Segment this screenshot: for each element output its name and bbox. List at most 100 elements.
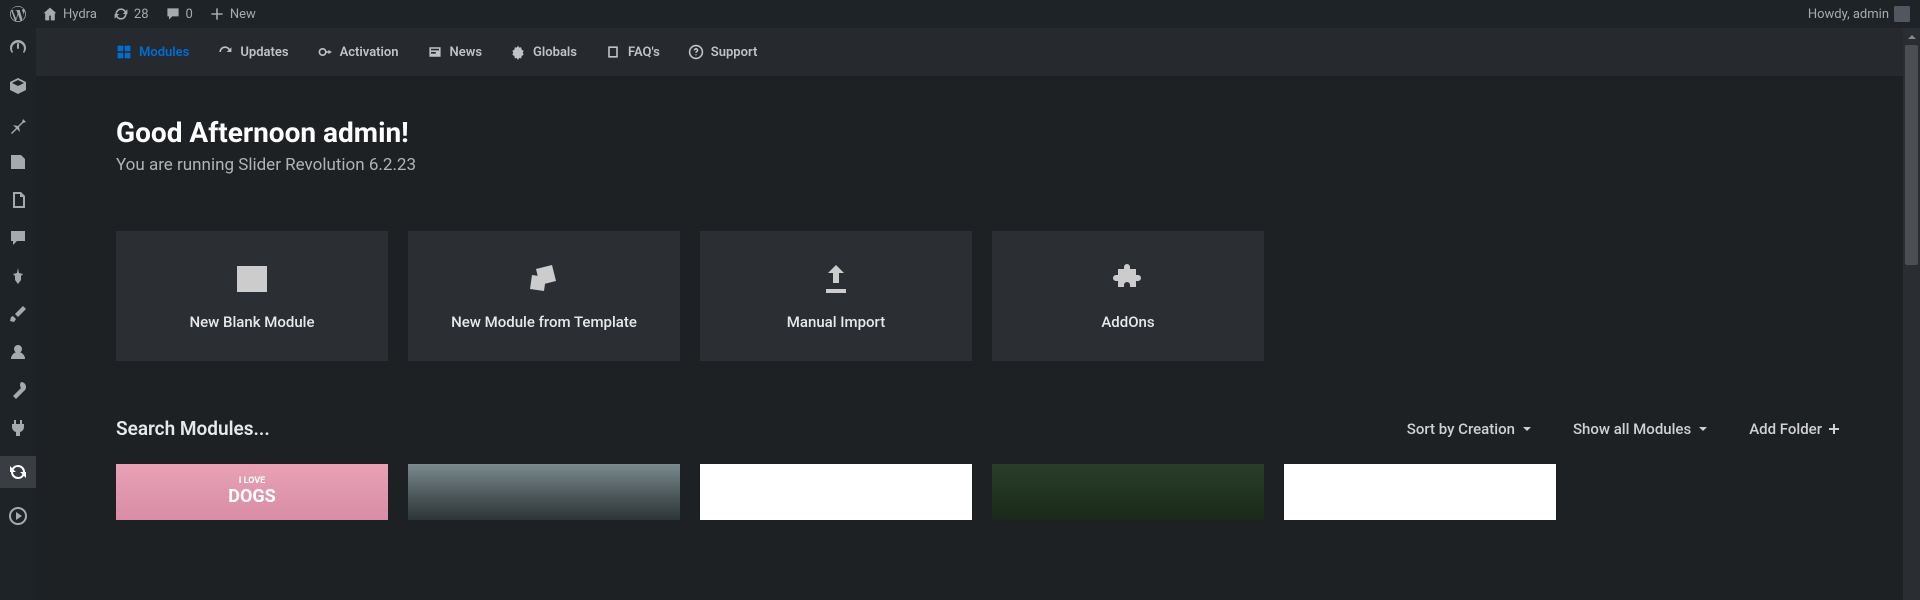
card-import-label: Manual Import — [787, 313, 885, 331]
howdy-text: Howdy, admin — [1808, 7, 1889, 22]
sidebar-pages[interactable] — [0, 190, 36, 210]
tab-faqs[interactable]: FAQ's — [605, 44, 660, 60]
tab-modules[interactable]: Modules — [116, 44, 189, 60]
sidebar-media[interactable] — [0, 152, 36, 172]
comments-count: 0 — [186, 7, 193, 22]
howdy-link[interactable]: Howdy, admin — [1808, 6, 1910, 22]
card-blank-label: New Blank Module — [189, 313, 314, 331]
grid-icon — [116, 44, 132, 60]
update-icon — [217, 44, 233, 60]
tab-globals[interactable]: Globals — [510, 44, 577, 60]
comment-icon — [165, 6, 181, 22]
chevron-down-icon — [1697, 423, 1709, 435]
tab-activation[interactable]: Activation — [317, 44, 399, 60]
media-icon — [8, 152, 28, 172]
thumb1-big-text: DOGS — [228, 487, 275, 507]
wp-admin-bar: Hydra 28 0 New Howdy, admin — [0, 0, 1920, 28]
wp-logo[interactable] — [10, 6, 26, 22]
card-new-blank-module[interactable]: New Blank Module — [116, 231, 388, 361]
template-icon — [526, 261, 562, 297]
new-label: New — [230, 7, 256, 22]
plugin-tabs: Modules Updates Activation News Globals … — [36, 28, 1920, 76]
page-subtitle: You are running Slider Revolution 6.2.23 — [116, 155, 1840, 175]
plus-icon — [1828, 423, 1840, 435]
sidebar-posts[interactable] — [0, 114, 36, 134]
home-icon — [42, 6, 58, 22]
tab-updates-label: Updates — [240, 45, 288, 60]
tab-support-label: Support — [711, 45, 758, 60]
tab-modules-label: Modules — [139, 45, 189, 60]
card-template-label: New Module from Template — [451, 313, 637, 331]
module-thumbnails: I LOVE DOGS — [116, 464, 1840, 520]
scroll-up-button[interactable] — [1903, 28, 1920, 45]
comments-icon — [8, 228, 28, 248]
pin-icon — [8, 114, 28, 134]
tab-globals-label: Globals — [533, 45, 577, 60]
card-new-module-template[interactable]: New Module from Template — [408, 231, 680, 361]
card-addons-label: AddOns — [1101, 313, 1154, 331]
sidebar-plugins[interactable] — [0, 418, 36, 438]
gear-icon — [510, 44, 526, 60]
clapperboard-icon — [234, 261, 270, 297]
module-thumb-2[interactable] — [408, 464, 680, 520]
wp-admin-sidebar — [0, 28, 36, 600]
module-thumb-5[interactable] — [1284, 464, 1556, 520]
action-cards: New Blank Module New Module from Templat… — [116, 231, 1840, 361]
scrollbar-handle[interactable] — [1905, 45, 1918, 265]
sidebar-item-13[interactable] — [0, 506, 36, 526]
dashboard-icon — [8, 38, 28, 58]
refresh-active-icon — [8, 462, 28, 482]
sidebar-users[interactable] — [0, 342, 36, 362]
main-content: Modules Updates Activation News Globals … — [36, 28, 1920, 600]
site-link[interactable]: Hydra — [42, 6, 97, 22]
brush-icon — [8, 304, 28, 324]
modules-bar: Search Modules... Sort by Creation Show … — [116, 417, 1840, 440]
module-thumb-3[interactable] — [700, 464, 972, 520]
wrench-icon — [8, 380, 28, 400]
sidebar-tools[interactable] — [0, 380, 36, 400]
add-folder-label: Add Folder — [1749, 420, 1822, 438]
module-thumb-4[interactable] — [992, 464, 1264, 520]
puzzle-icon — [1110, 261, 1146, 297]
refresh-icon — [113, 6, 129, 22]
tab-news[interactable]: News — [427, 44, 482, 60]
updates-link[interactable]: 28 — [113, 6, 149, 22]
pages-icon — [8, 190, 28, 210]
sidebar-item-2[interactable] — [0, 76, 36, 96]
tab-updates[interactable]: Updates — [217, 44, 288, 60]
tab-news-label: News — [450, 45, 482, 60]
chevron-up-icon — [1907, 32, 1917, 42]
help-icon — [688, 44, 704, 60]
add-folder-button[interactable]: Add Folder — [1749, 420, 1840, 438]
card-manual-import[interactable]: Manual Import — [700, 231, 972, 361]
scrollbar-track[interactable] — [1905, 45, 1918, 583]
chevron-down-icon — [1521, 423, 1533, 435]
card-addons[interactable]: AddOns — [992, 231, 1264, 361]
updates-count: 28 — [134, 7, 149, 22]
new-link[interactable]: New — [209, 6, 256, 22]
sidebar-comments[interactable] — [0, 228, 36, 248]
search-modules-input[interactable]: Search Modules... — [116, 417, 270, 440]
show-label: Show all Modules — [1573, 420, 1691, 438]
key-icon — [317, 44, 333, 60]
sort-dropdown[interactable]: Sort by Creation — [1407, 420, 1533, 438]
vertical-scrollbar[interactable] — [1903, 28, 1920, 600]
page-greeting: Good Afternoon admin! — [116, 116, 1840, 149]
upload-icon — [818, 261, 854, 297]
book-icon — [605, 44, 621, 60]
cube-icon — [8, 76, 28, 96]
module-thumb-1[interactable]: I LOVE DOGS — [116, 464, 388, 520]
comments-link[interactable]: 0 — [165, 6, 193, 22]
user-icon — [8, 342, 28, 362]
tab-support[interactable]: Support — [688, 44, 758, 60]
play-circle-icon — [8, 506, 28, 526]
sidebar-appearance[interactable] — [0, 304, 36, 324]
tab-activation-label: Activation — [340, 45, 399, 60]
plus-icon — [209, 6, 225, 22]
sidebar-item-7[interactable] — [0, 266, 36, 286]
wordpress-icon — [10, 6, 26, 22]
sidebar-slider-revolution[interactable] — [0, 456, 36, 488]
plugin-icon — [8, 418, 28, 438]
show-dropdown[interactable]: Show all Modules — [1573, 420, 1709, 438]
sidebar-dashboard[interactable] — [0, 38, 36, 58]
